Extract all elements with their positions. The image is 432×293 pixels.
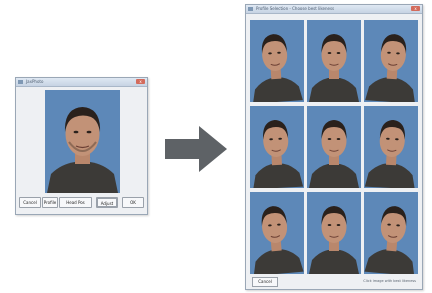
app-icon [248, 7, 253, 11]
portrait-option[interactable] [250, 20, 304, 102]
portrait-option[interactable] [307, 20, 361, 102]
editor-title-bar: JaxPhoto x [16, 78, 147, 87]
app-icon [18, 80, 23, 84]
head-position-button[interactable]: Head Pos [59, 197, 92, 208]
portrait-photo [45, 90, 120, 193]
right-arrow-icon [165, 126, 227, 172]
ok-button[interactable]: OK [122, 197, 144, 208]
results-title: Profile Selection - Choose best likeness [256, 6, 335, 11]
cancel-button[interactable]: Cancel [252, 277, 278, 287]
adjust-button[interactable]: Adjust [96, 197, 118, 208]
instruction-text: Click image with best likeness [363, 279, 416, 283]
results-title-bar: Profile Selection - Choose best likeness… [246, 5, 422, 14]
portrait-option[interactable] [250, 192, 304, 274]
portrait-option[interactable] [250, 106, 304, 188]
photo-editor-window: JaxPhoto x Cancel Profile Head Pos Adjus… [15, 77, 148, 215]
portrait-option[interactable] [307, 192, 361, 274]
profile-button[interactable]: Profile [42, 197, 58, 208]
close-button[interactable]: x [136, 79, 145, 84]
cancel-button[interactable]: Cancel [19, 197, 41, 208]
portrait-option[interactable] [307, 106, 361, 188]
portrait-option[interactable] [364, 192, 418, 274]
profile-selection-window: Profile Selection - Choose best likeness… [245, 4, 423, 290]
editor-title: JaxPhoto [26, 79, 44, 84]
portrait-option[interactable] [364, 106, 418, 188]
close-button[interactable]: x [411, 6, 420, 11]
portrait-option[interactable] [364, 20, 418, 102]
